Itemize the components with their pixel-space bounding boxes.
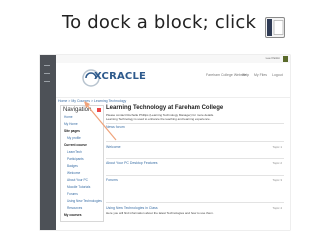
news-forum-link[interactable]: News forum <box>106 125 125 129</box>
section-about-pc-note: Topic 2 <box>272 161 282 165</box>
browser-side-strip <box>40 55 56 230</box>
section-welcome-note: Topic 1 <box>272 145 282 149</box>
nav-item-6[interactable]: Participants <box>67 157 84 161</box>
menu-help[interactable]: Help <box>242 73 249 77</box>
section-new-tech-note: Topic 4 <box>272 206 282 210</box>
course-title: Learning Technology at Fareham College <box>106 105 224 111</box>
nav-item-9[interactable]: About Your PC <box>67 178 88 182</box>
nav-item-1[interactable]: My Home <box>64 122 78 126</box>
section-about-pc[interactable]: About Your PC Desktop Features <box>106 161 158 165</box>
nav-item-3[interactable]: My profile <box>67 136 81 140</box>
nav-item-0[interactable]: Home <box>64 115 73 119</box>
nav-item-14[interactable]: My courses <box>64 213 82 217</box>
navigation-header: Navigation <box>63 107 92 113</box>
nav-item-13[interactable]: Resources <box>67 206 82 210</box>
user-name[interactable]: Lee Parkin <box>266 56 280 60</box>
navigation-block: Navigation Home My Home Site pages My profi… <box>60 105 104 222</box>
user-avatar[interactable] <box>283 56 288 62</box>
nav-item-2[interactable]: Site pages <box>64 129 80 133</box>
site-logo-text: XCRACLE <box>94 71 147 82</box>
dock-block-icon <box>265 17 285 38</box>
site-banner: XCRACLE Fareham College Website Help My … <box>56 63 290 98</box>
dock-button[interactable] <box>97 108 101 112</box>
nav-item-4[interactable]: Current course <box>64 143 87 147</box>
section-forums[interactable]: Forums <box>106 178 118 182</box>
menu-website[interactable]: Fareham College Website <box>206 73 246 77</box>
nav-item-10[interactable]: Moodle Tutorials <box>67 185 90 189</box>
section-welcome[interactable]: Welcome <box>106 145 121 149</box>
footer-line: Here you will find information about the… <box>106 211 214 215</box>
nav-item-7[interactable]: Badges <box>67 164 78 168</box>
menu-my-files[interactable]: My Files <box>254 73 267 77</box>
nav-item-8[interactable]: Welcome <box>67 171 80 175</box>
course-main: Learning Technology at Fareham College P… <box>106 103 284 230</box>
moodle-screenshot: Lee Parkin XCRACLE Fareham College Websi… <box>40 55 290 230</box>
slide-title: To dock a block; click <box>62 12 257 33</box>
nav-item-12[interactable]: Using New Technologies <box>67 199 102 203</box>
intro-line-2: Learning Technology is used to enhance t… <box>106 117 211 121</box>
menu-logout[interactable]: Logout <box>272 73 283 77</box>
section-new-tech[interactable]: Using New Technologies in Class <box>106 206 158 210</box>
section-forums-note: Topic 3 <box>272 178 282 182</box>
nav-item-11[interactable]: Forums <box>67 192 78 196</box>
nav-item-5[interactable]: LearnTech <box>67 150 82 154</box>
